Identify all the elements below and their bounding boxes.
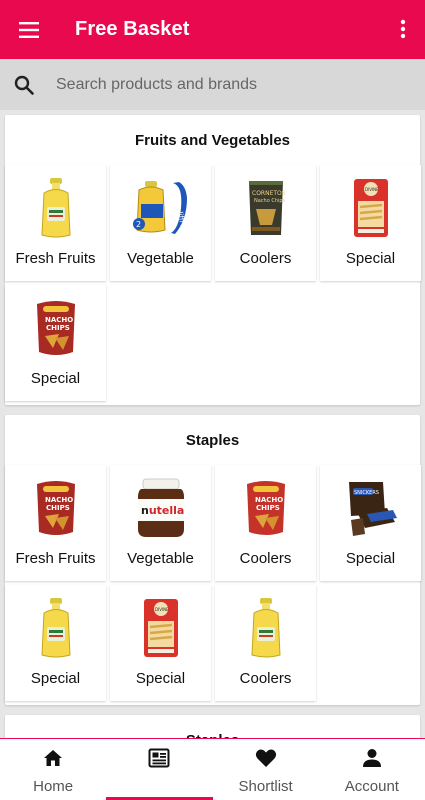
section-title: Fruits and Vegetables: [134, 132, 291, 149]
nav-label: Account: [344, 778, 399, 795]
hamburger-menu-icon: [19, 21, 39, 38]
svg-text:DIVINE: DIVINE: [155, 607, 169, 612]
category-card: Fruits and Vegetables Fresh Fruits Jiffi…: [5, 115, 421, 405]
section-title: Staples: [185, 432, 240, 449]
person-icon: [362, 747, 382, 769]
search-icon: [2, 59, 46, 110]
product-tile[interactable]: NACHO CHIPS Fresh Fruits: [5, 465, 106, 581]
product-label: Fresh Fruits: [15, 550, 96, 567]
svg-text:Nacho Chips: Nacho Chips: [254, 198, 286, 204]
svg-text:CHIPS: CHIPS: [46, 504, 70, 512]
svg-text:CHIPS: CHIPS: [256, 504, 280, 512]
product-tile[interactable]: CORNETOS Nacho Chips Coolers: [215, 165, 316, 281]
product-tile[interactable]: NACHO CHIPS Coolers: [215, 465, 316, 581]
product-label: Coolers: [239, 250, 292, 267]
product-label: Vegetable: [127, 250, 194, 267]
search-input[interactable]: [56, 75, 386, 94]
product-label: Special: [345, 250, 396, 267]
orders-icon: [148, 747, 170, 769]
app-title: Free Basket: [75, 18, 190, 40]
section-title: Staples: [5, 715, 420, 738]
svg-text:nutella: nutella: [141, 504, 184, 517]
product-label: Special: [135, 670, 186, 687]
nav-account[interactable]: Account: [319, 739, 425, 800]
oil-bottle-image: [38, 593, 74, 663]
product-tile[interactable]: nutella Vegetable: [110, 465, 211, 581]
nav-shortlist[interactable]: Shortlist: [213, 739, 319, 800]
category-card: Staples NACHO CHIPS Fresh Fruits nutella …: [5, 415, 421, 705]
product-tile[interactable]: DIVINE Special: [320, 165, 421, 281]
oil-bottle-image: [38, 173, 74, 243]
product-tile[interactable]: Jiffi Pack 2 Vegetable: [110, 165, 211, 281]
nutella-jar-image: nutella: [136, 473, 186, 543]
chips-bag-dark-image: CORNETOS Nacho Chips: [246, 173, 286, 243]
menu-button[interactable]: [0, 0, 58, 59]
nav-label: Shortlist: [238, 778, 293, 795]
product-tile[interactable]: Coolers: [215, 585, 316, 701]
heart-icon: [255, 747, 277, 769]
oil-bottle-image: [248, 593, 284, 663]
svg-text:NACHO: NACHO: [45, 496, 73, 504]
category-list[interactable]: Fruits and Vegetables Fresh Fruits Jiffi…: [0, 110, 425, 738]
product-tile[interactable]: Fresh Fruits: [5, 165, 106, 281]
svg-text:DIVINE: DIVINE: [365, 187, 379, 192]
product-label: Special: [345, 550, 396, 567]
nav-label: Home: [33, 778, 74, 795]
product-tile[interactable]: SNICKERS Special: [320, 465, 421, 581]
product-label: Fresh Fruits: [15, 250, 96, 267]
search-bar[interactable]: [0, 59, 425, 110]
category-card: Staples: [5, 715, 420, 738]
svg-text:CORNETOS: CORNETOS: [252, 190, 286, 197]
more-options-button[interactable]: [391, 17, 415, 41]
product-label: Coolers: [239, 550, 292, 567]
more-vert-icon: [400, 19, 406, 39]
product-label: Coolers: [239, 670, 292, 687]
nacho-chips-image: NACHO CHIPS: [33, 293, 79, 363]
pasta-pack-image: DIVINE: [350, 173, 392, 243]
bottom-navigation: Home Shortlist Account: [0, 738, 425, 800]
product-tile[interactable]: NACHO CHIPS Special: [5, 285, 106, 401]
product-label: Special: [30, 670, 81, 687]
product-label: Special: [30, 370, 81, 387]
nav-orders[interactable]: [106, 739, 213, 800]
product-label: Vegetable: [127, 550, 194, 567]
home-icon: [43, 747, 63, 769]
nacho-chips-image: NACHO CHIPS: [33, 473, 79, 543]
svg-text:NACHO: NACHO: [255, 496, 283, 504]
product-tile[interactable]: Special: [5, 585, 106, 701]
nav-home[interactable]: Home: [0, 739, 106, 800]
svg-text:NACHO: NACHO: [45, 316, 73, 324]
app-bar: Free Basket: [0, 0, 425, 59]
svg-text:SNICKERS: SNICKERS: [354, 490, 379, 496]
pasta-pack-image: DIVINE: [140, 593, 182, 663]
oil-bottle-pack-image: Jiffi Pack 2: [131, 173, 191, 243]
nacho-chips-image: NACHO CHIPS: [243, 473, 289, 543]
svg-text:2: 2: [136, 220, 141, 229]
svg-text:CHIPS: CHIPS: [46, 324, 70, 332]
product-tile[interactable]: DIVINE Special: [110, 585, 211, 701]
chocolate-pack-image: SNICKERS: [343, 473, 399, 543]
